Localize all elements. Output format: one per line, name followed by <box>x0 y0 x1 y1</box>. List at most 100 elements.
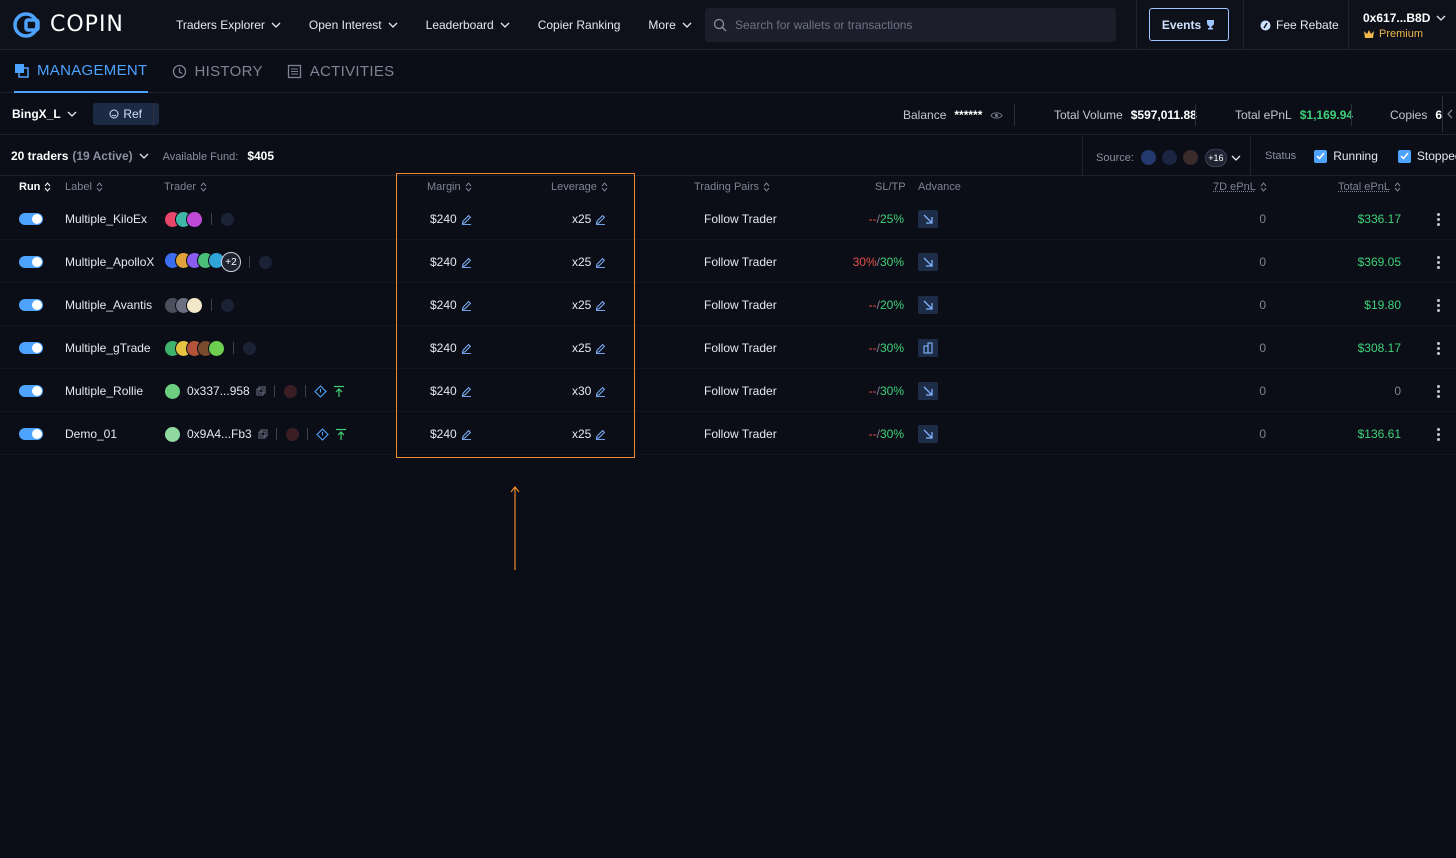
edit-pencil-icon[interactable] <box>461 300 472 311</box>
logo[interactable]: COPIN <box>12 11 162 39</box>
eye-icon[interactable] <box>990 111 1003 120</box>
advance-button[interactable] <box>918 339 938 357</box>
table-row[interactable]: Multiple_KiloEx $240 x25 Follow Trader --/25… <box>0 198 1456 240</box>
column-total-epnl[interactable]: Total ePnL <box>1338 181 1401 193</box>
epnl-7d-value: 0 <box>1259 341 1266 355</box>
edit-pencil-icon[interactable] <box>595 429 606 440</box>
divider <box>276 428 277 440</box>
advance-button[interactable] <box>918 296 938 314</box>
trader-cell[interactable]: 0x9A4...Fb3 <box>164 413 347 455</box>
table-row[interactable]: Multiple_gTrade $240 x25 Follow Trader --/30… <box>0 327 1456 369</box>
total-volume-value: $597,011.88 <box>1131 108 1197 122</box>
trader-address[interactable]: 0x337...958 <box>187 384 250 398</box>
fee-rebate-link[interactable]: Fee Rebate <box>1260 18 1339 32</box>
stopped-checkbox[interactable] <box>1398 150 1411 163</box>
table-row[interactable]: Multiple_Avantis $240 x25 Follow Trader --/2… <box>0 284 1456 326</box>
run-toggle[interactable] <box>19 428 43 440</box>
column-margin[interactable]: Margin <box>427 181 472 193</box>
edit-pencil-icon[interactable] <box>595 343 606 354</box>
events-label: Events <box>1162 18 1201 32</box>
edit-pencil-icon[interactable] <box>595 257 606 268</box>
trader-cell[interactable]: 0x337...958 <box>164 370 345 412</box>
divider <box>307 428 308 440</box>
run-toggle[interactable] <box>19 299 43 311</box>
more-actions-icon[interactable] <box>1436 341 1440 356</box>
advance-button[interactable] <box>918 253 938 271</box>
run-toggle[interactable] <box>19 256 43 268</box>
column-leverage[interactable]: Leverage <box>551 181 608 193</box>
tab-activities[interactable]: ACTIVITIES <box>287 51 395 93</box>
side-collapse-toggle[interactable] <box>1442 96 1456 132</box>
copy-address-icon[interactable] <box>258 429 268 439</box>
chevron-down-icon <box>1231 153 1241 163</box>
table-row[interactable]: Demo_01 0x9A4...Fb3 $240 x25 Follow Trader --… <box>0 413 1456 455</box>
edit-pencil-icon[interactable] <box>595 386 606 397</box>
advance-button[interactable] <box>918 382 938 400</box>
chevron-down-icon <box>682 20 692 30</box>
more-actions-icon[interactable] <box>1436 384 1440 399</box>
source-protocol-icon <box>1161 149 1178 166</box>
more-actions-icon[interactable] <box>1436 427 1440 442</box>
edit-pencil-icon[interactable] <box>461 386 472 397</box>
leverage-value: x25 <box>572 341 591 355</box>
trader-address[interactable]: 0x9A4...Fb3 <box>187 427 252 441</box>
advance-button[interactable] <box>918 210 938 228</box>
nav-item-leaderboard[interactable]: Leaderboard <box>426 18 510 32</box>
nav-item-more[interactable]: More <box>648 18 691 32</box>
account-selector[interactable]: BingX_L <box>12 107 77 121</box>
traders-count-selector[interactable]: 20 traders (19 Active) <box>11 149 149 163</box>
check-icon <box>1316 152 1325 160</box>
column-7d-epnl[interactable]: 7D ePnL <box>1213 181 1267 193</box>
events-button[interactable]: Events <box>1149 8 1229 41</box>
trader-cell[interactable] <box>164 327 256 369</box>
wallet-menu[interactable]: 0x617...B8D Premium <box>1363 11 1446 40</box>
nav-item-label: Leaderboard <box>426 18 494 32</box>
table-row[interactable]: Multiple_ApolloX +2 $240 x25 Follow Trader 30… <box>0 241 1456 283</box>
edit-pencil-icon[interactable] <box>461 257 472 268</box>
nav-divider <box>1136 0 1137 50</box>
tab-management[interactable]: MANAGEMENT <box>14 51 148 93</box>
copy-address-icon[interactable] <box>256 386 266 396</box>
epnl-7d-value: 0 <box>1259 212 1266 226</box>
leverage-value: x25 <box>572 427 591 441</box>
source-filter[interactable]: Source: +16 <box>1096 149 1241 167</box>
divider <box>305 385 306 397</box>
table-row[interactable]: Multiple_Rollie 0x337...958 $240 x30 Follow … <box>0 370 1456 412</box>
trader-avatar <box>164 426 181 443</box>
trader-cell[interactable] <box>164 284 234 326</box>
column-label-header[interactable]: Label <box>65 181 103 193</box>
nav-item-copier-ranking[interactable]: Copier Ranking <box>538 18 621 32</box>
tab-history[interactable]: HISTORY <box>172 51 263 93</box>
more-actions-icon[interactable] <box>1436 255 1440 270</box>
more-actions-icon[interactable] <box>1436 212 1440 227</box>
edit-pencil-icon[interactable] <box>595 214 606 225</box>
chevron-down-icon <box>1436 13 1446 23</box>
total-epnl-value: $308.17 <box>1358 341 1401 355</box>
crown-icon <box>1363 29 1375 39</box>
more-actions-icon[interactable] <box>1436 298 1440 313</box>
epnl-7d-value: 0 <box>1259 298 1266 312</box>
run-toggle[interactable] <box>19 342 43 354</box>
column-trader[interactable]: Trader <box>164 181 207 193</box>
advance-button[interactable] <box>918 425 938 443</box>
nav-item-traders-explorer[interactable]: Traders Explorer <box>176 18 281 32</box>
running-checkbox[interactable] <box>1314 150 1327 163</box>
divider <box>274 385 275 397</box>
nav-item-open-interest[interactable]: Open Interest <box>309 18 398 32</box>
nav-divider <box>1243 0 1244 50</box>
tab-label: MANAGEMENT <box>37 62 148 79</box>
column-trading-pairs[interactable]: Trading Pairs <box>694 181 770 193</box>
run-toggle[interactable] <box>19 213 43 225</box>
edit-pencil-icon[interactable] <box>461 429 472 440</box>
trader-cell[interactable]: +2 <box>164 241 272 283</box>
edit-pencil-icon[interactable] <box>461 214 472 225</box>
search-input[interactable] <box>735 18 1095 32</box>
search-bar[interactable] <box>705 8 1116 42</box>
trader-cell[interactable] <box>164 198 234 240</box>
chevron-down-icon <box>500 20 510 30</box>
column-run[interactable]: Run <box>19 181 51 193</box>
run-toggle[interactable] <box>19 385 43 397</box>
ref-button[interactable]: Ref <box>93 103 159 125</box>
edit-pencil-icon[interactable] <box>595 300 606 311</box>
edit-pencil-icon[interactable] <box>461 343 472 354</box>
